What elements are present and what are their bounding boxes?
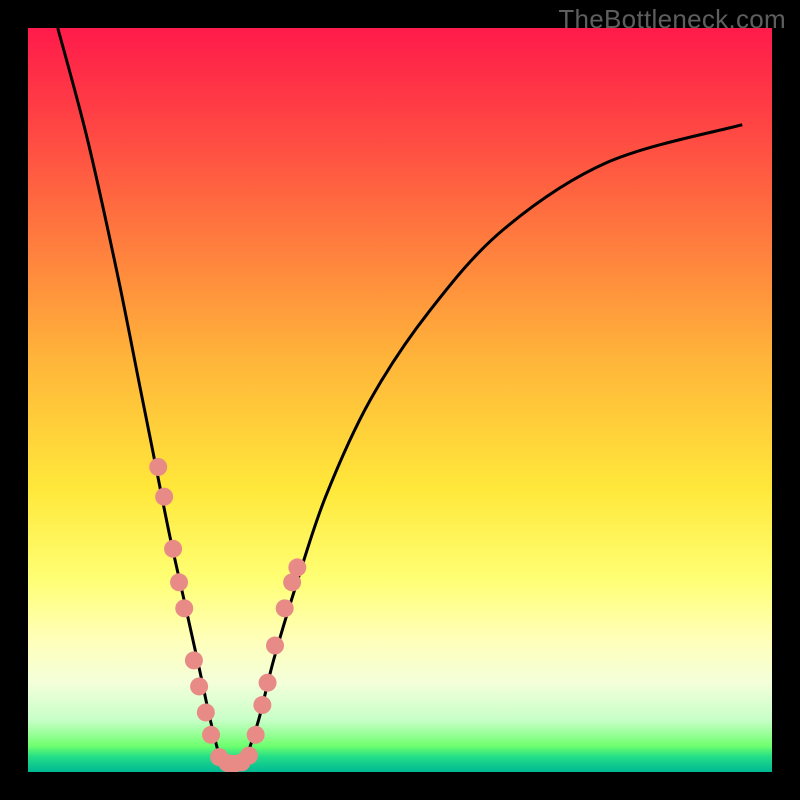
bead-marker [190,677,208,695]
chart-frame: TheBottleneck.com [0,0,800,800]
plot-area [28,28,772,772]
bead-marker [202,726,220,744]
bead-marker [253,696,271,714]
bead-marker [149,458,167,476]
chart-svg [28,28,772,772]
bead-marker [240,747,258,765]
bead-marker [155,488,173,506]
bead-marker [185,651,203,669]
bead-marker [276,599,294,617]
bead-marker [259,674,277,692]
bead-marker [164,540,182,558]
bead-marker [266,637,284,655]
bead-marker [288,558,306,576]
bead-marker [197,703,215,721]
curve-right-path [244,125,742,765]
curve-right [244,125,742,765]
bead-marker [247,726,265,744]
bead-marker [170,573,188,591]
bead-marker [175,599,193,617]
watermark-text: TheBottleneck.com [558,4,786,35]
bead-markers [149,458,306,772]
